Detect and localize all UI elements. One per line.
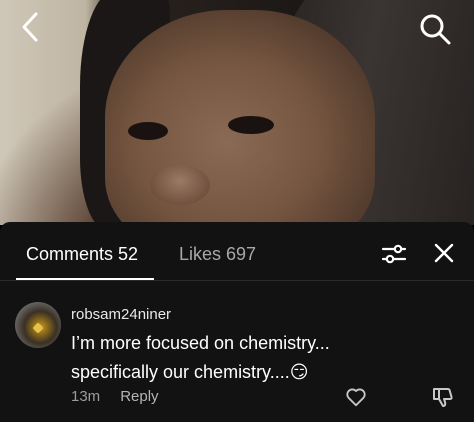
filter-icon[interactable] xyxy=(381,242,407,271)
tabs-divider xyxy=(0,280,474,281)
search-icon[interactable] xyxy=(418,12,452,51)
video-frame[interactable] xyxy=(0,0,474,225)
tab-comments[interactable]: Comments 52 xyxy=(26,244,138,265)
close-icon[interactable] xyxy=(433,242,455,269)
tab-likes[interactable]: Likes 697 xyxy=(179,244,256,265)
avatar[interactable] xyxy=(15,302,61,348)
dislike-icon[interactable] xyxy=(431,385,455,414)
video-eye-right xyxy=(228,116,274,134)
panel-tabs: Comments 52 Likes 697 xyxy=(0,222,474,282)
heart-icon[interactable] xyxy=(345,386,367,413)
back-icon[interactable] xyxy=(16,10,44,49)
reply-button[interactable]: Reply xyxy=(120,388,158,405)
comments-panel: Comments 52 Likes 697 robsam24niner I’m … xyxy=(0,222,474,422)
comment-time: 13m xyxy=(71,388,101,405)
comment-meta: 13m Reply xyxy=(71,388,159,405)
comment-text: I’m more focused on chemistry... specifi… xyxy=(71,333,330,382)
comment-item: robsam24niner I’m more focused on chemis… xyxy=(0,292,474,417)
comment-username[interactable]: robsam24niner xyxy=(71,306,171,323)
video-eye-left xyxy=(128,122,168,140)
video-nose xyxy=(150,165,210,205)
